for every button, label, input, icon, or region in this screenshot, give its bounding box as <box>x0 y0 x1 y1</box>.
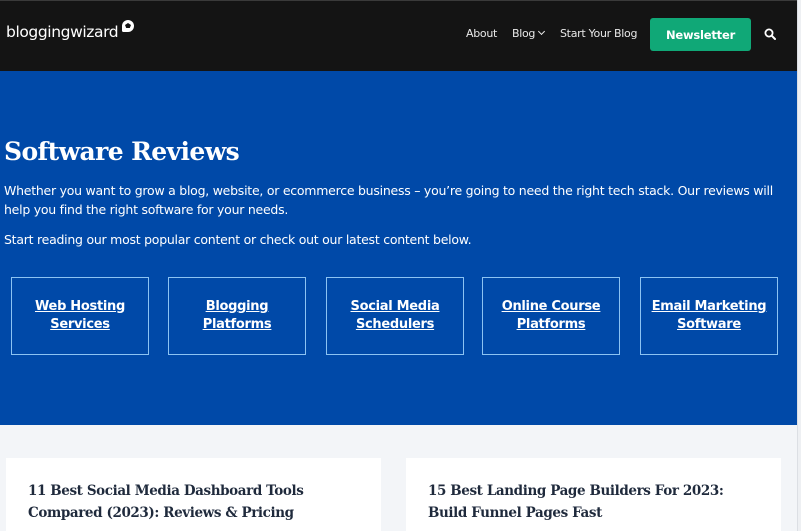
logo-mark-icon <box>122 20 134 32</box>
newsletter-button[interactable]: Newsletter <box>650 18 751 51</box>
article-title[interactable]: 11 Best Social Media Dashboard Tools Com… <box>28 480 348 524</box>
category-email-marketing-software[interactable]: Email Marketing Software <box>640 277 778 355</box>
hero-intro: Whether you want to grow a blog, website… <box>4 183 773 217</box>
page-title: Software Reviews <box>4 137 240 166</box>
category-blogging-platforms[interactable]: Blogging Platforms <box>168 277 306 355</box>
category-label: Social Media Schedulers <box>350 299 440 332</box>
category-label: Email Marketing Software <box>651 299 767 332</box>
chevron-down-icon <box>538 27 546 36</box>
category-social-media-schedulers[interactable]: Social Media Schedulers <box>326 277 464 355</box>
article-card[interactable]: 15 Best Landing Page Builders For 2023: … <box>406 458 781 531</box>
nav-about[interactable]: About <box>466 27 497 40</box>
site-header: bloggingwizard About Blog Start Your Blo… <box>0 0 797 71</box>
page-scrollbar[interactable] <box>797 0 801 531</box>
category-label: Web Hosting Services <box>34 299 125 332</box>
article-title[interactable]: 15 Best Landing Page Builders For 2023: … <box>428 480 763 524</box>
category-online-course-platforms[interactable]: Online Course Platforms <box>482 277 620 355</box>
category-label: Online Course Platforms <box>501 299 601 332</box>
nav-start-your-blog[interactable]: Start Your Blog <box>560 27 637 40</box>
category-label: Blogging Platforms <box>202 299 272 332</box>
search-icon[interactable] <box>764 28 776 40</box>
hero-section: Software Reviews Whether you want to gro… <box>0 71 797 425</box>
hero-subintro: Start reading our most popular content o… <box>4 232 472 247</box>
nav-blog-label: Blog <box>512 27 536 40</box>
category-web-hosting[interactable]: Web Hosting Services <box>11 277 149 355</box>
nav-blog[interactable]: Blog <box>512 27 546 40</box>
site-logo[interactable]: bloggingwizard <box>6 23 119 41</box>
article-card[interactable]: 11 Best Social Media Dashboard Tools Com… <box>6 458 381 531</box>
